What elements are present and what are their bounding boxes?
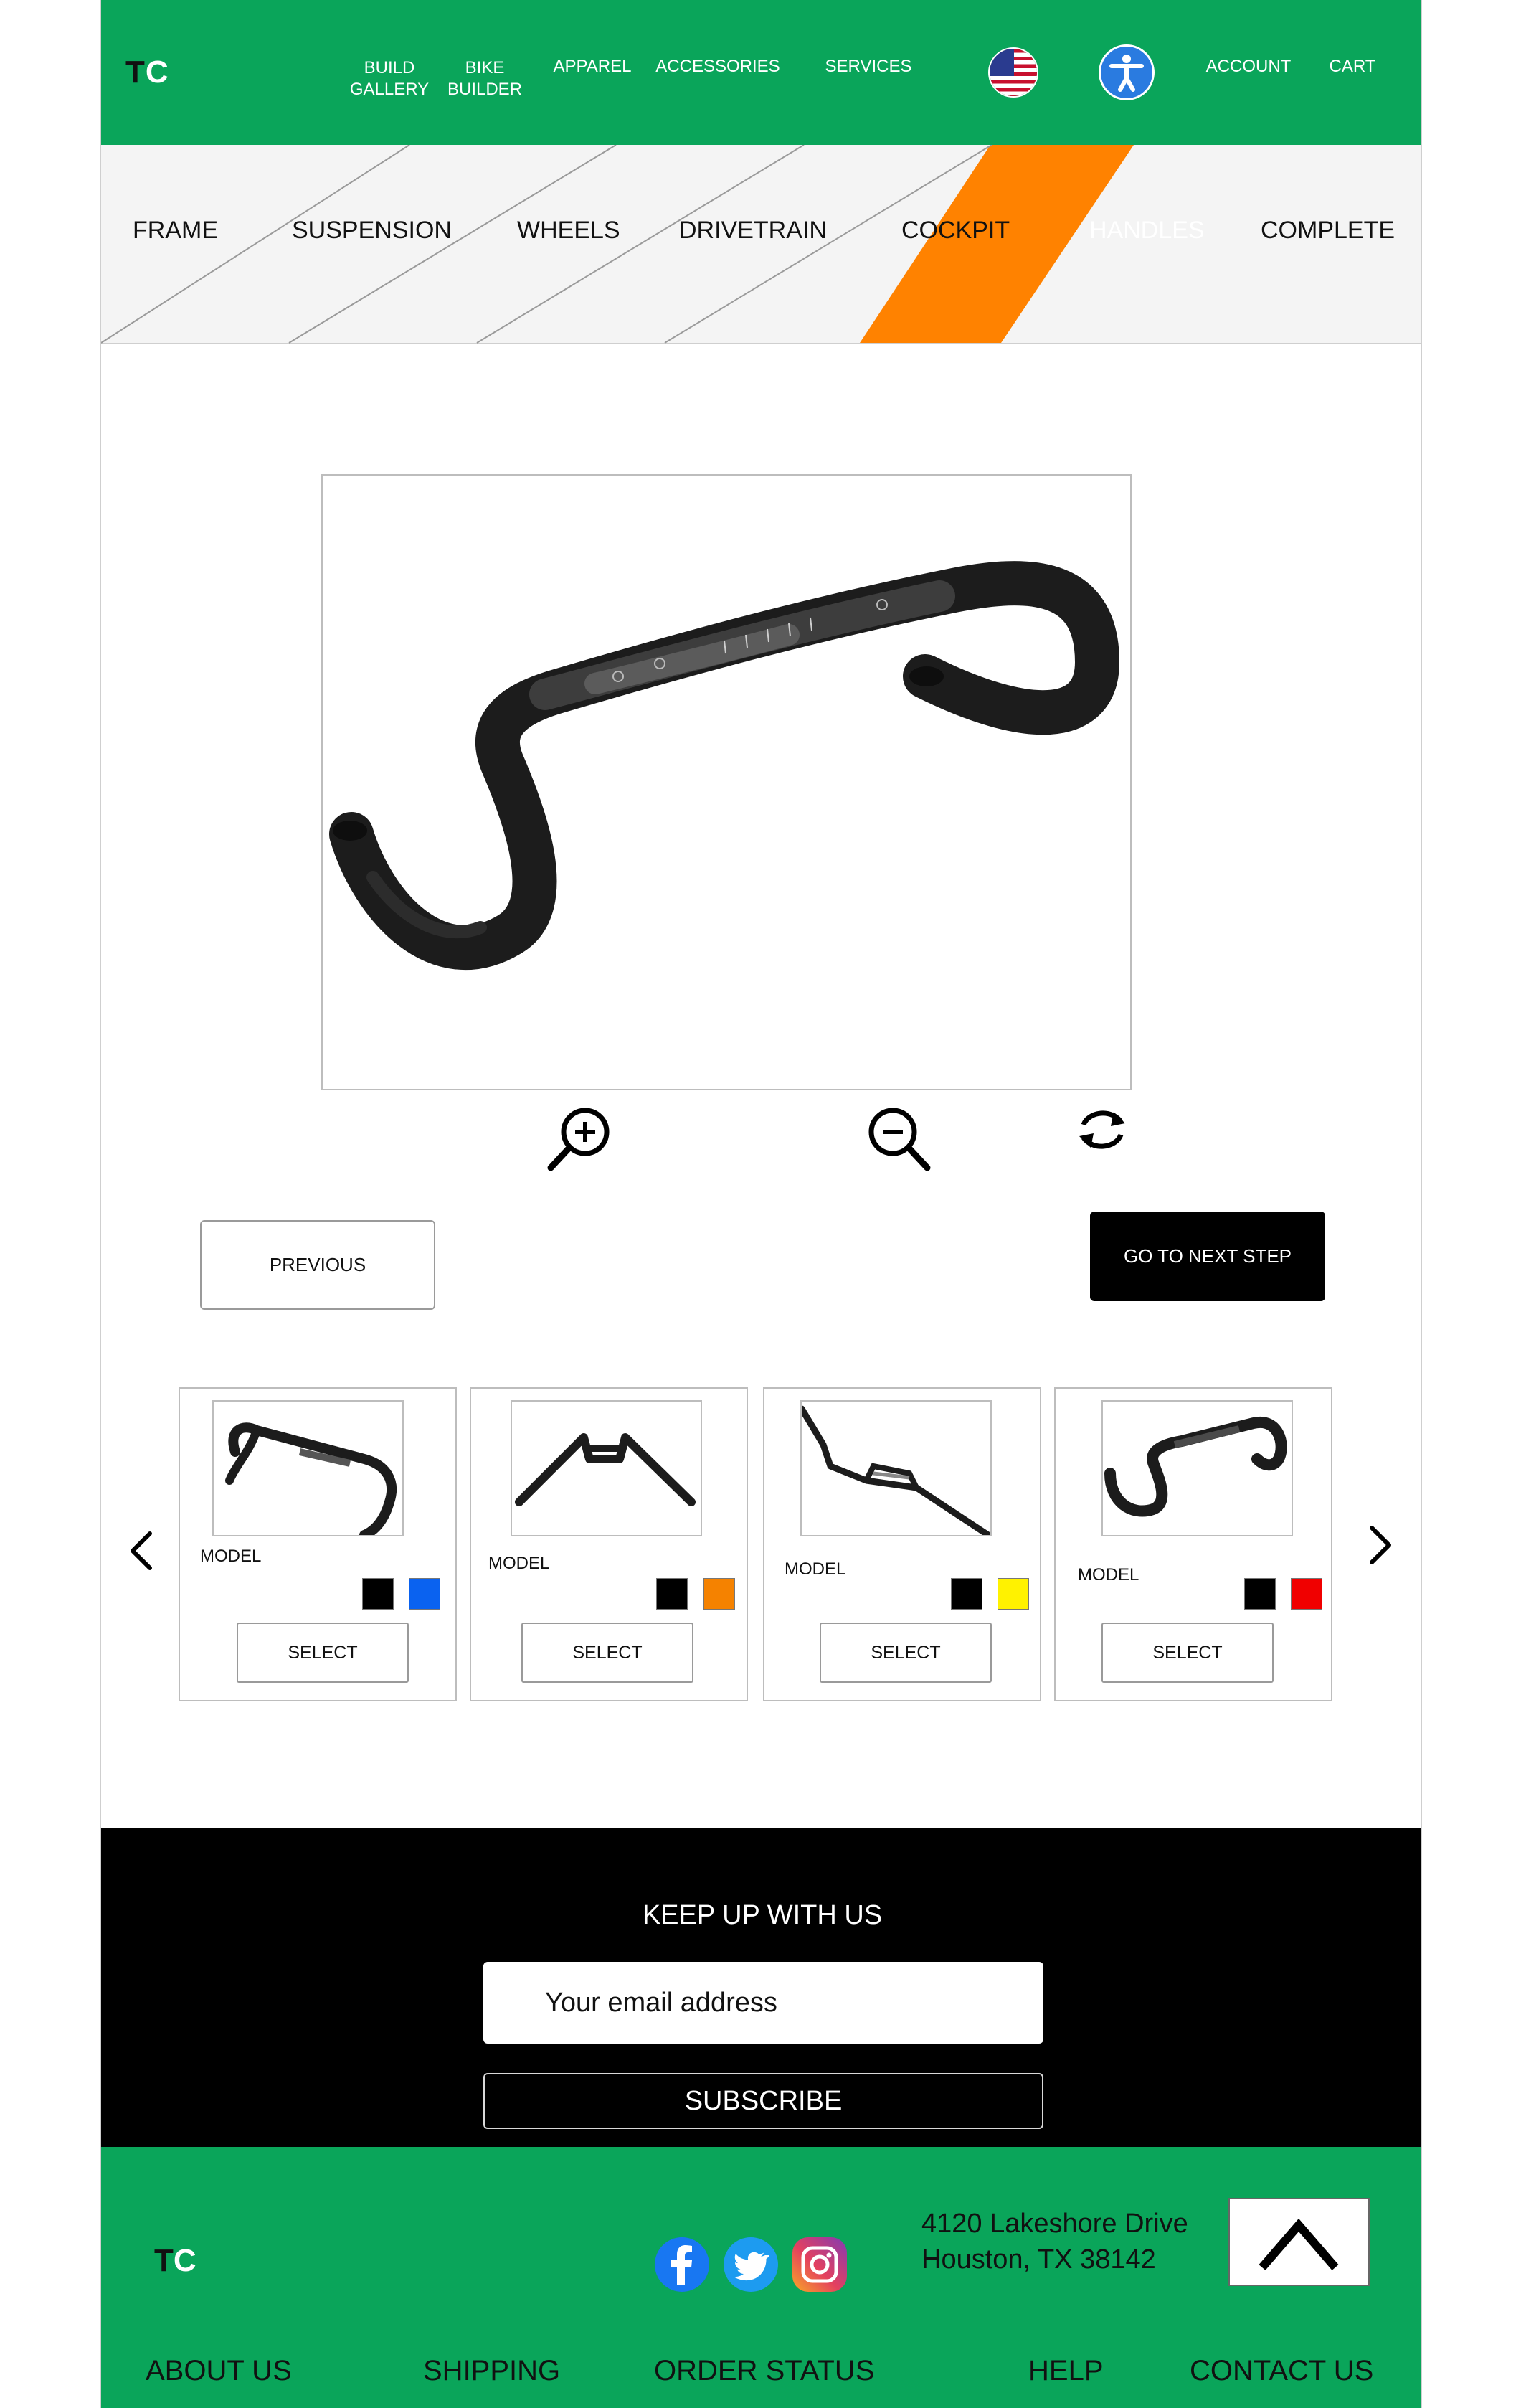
nav-services[interactable]: SERVICES <box>811 56 926 77</box>
color-swatch-black[interactable] <box>1244 1578 1276 1610</box>
brand-logo[interactable]: TC <box>125 55 169 90</box>
handlebar-image <box>329 561 1119 971</box>
footer-link-contact-us[interactable]: CONTACT US <box>1190 2355 1373 2387</box>
color-swatch-black[interactable] <box>951 1578 982 1610</box>
nav-bike-builder-line2: BUILDER <box>447 80 523 99</box>
newsletter-section: KEEP UP WITH US SUBSCRIBE <box>101 1828 1421 2147</box>
color-swatch-orange[interactable] <box>703 1578 735 1610</box>
builder-steps: FRAME SUSPENSION WHEELS DRIVETRAIN COCKP… <box>101 145 1421 344</box>
select-button[interactable]: SELECT <box>521 1623 693 1683</box>
newsletter-title: KEEP UP WITH US <box>642 1900 883 1930</box>
color-swatch-black[interactable] <box>362 1578 394 1610</box>
product-card-1: MODEL SELECT <box>179 1387 457 1701</box>
product-thumbnail[interactable] <box>800 1400 992 1536</box>
product-card-2: MODEL SELECT <box>470 1387 748 1701</box>
step-drivetrain[interactable]: DRIVETRAIN <box>679 217 827 245</box>
flag-canton <box>990 49 1014 76</box>
nav-cart[interactable]: CART <box>1320 56 1385 77</box>
carousel-prev-arrow-icon[interactable] <box>127 1529 156 1576</box>
chevron-up-icon <box>1259 2218 1339 2270</box>
zoom-out-icon[interactable] <box>866 1105 934 1177</box>
footer-link-help[interactable]: HELP <box>1028 2355 1104 2387</box>
footer-link-shipping[interactable]: SHIPPING <box>423 2355 560 2387</box>
footer-link-order-status[interactable]: ORDER STATUS <box>654 2355 874 2387</box>
us-flag-icon[interactable] <box>988 47 1038 98</box>
nav-build-gallery-line2: GALLERY <box>349 80 430 99</box>
previous-button[interactable]: PREVIOUS <box>200 1220 435 1310</box>
step-complete[interactable]: COMPLETE <box>1261 217 1395 245</box>
product-image-viewer[interactable] <box>321 474 1132 1090</box>
nav-bike-builder-line1: BIKE <box>465 58 505 77</box>
nav-build-gallery-line1: BUILD <box>364 58 415 77</box>
facebook-icon[interactable] <box>655 2237 709 2292</box>
product-card-3: MODEL SELECT <box>763 1387 1041 1701</box>
site-footer: TC 4120 Lakeshore Drive Houston, TX 3814… <box>101 2147 1421 2408</box>
select-button[interactable]: SELECT <box>820 1623 992 1683</box>
color-swatch-blue[interactable] <box>409 1578 440 1610</box>
next-step-button[interactable]: GO TO NEXT STEP <box>1090 1212 1325 1301</box>
product-thumbnail[interactable] <box>511 1400 702 1536</box>
color-swatch-black[interactable] <box>656 1578 688 1610</box>
nav-apparel[interactable]: APPAREL <box>546 56 639 77</box>
address-line-1: 4120 Lakeshore Drive <box>921 2209 1188 2239</box>
page-frame: TC BUILD GALLERY BIKE BUILDER APPAREL AC… <box>100 0 1422 2408</box>
nav-bike-builder[interactable]: BIKE BUILDER <box>438 57 531 100</box>
back-to-top-button[interactable] <box>1228 2198 1370 2286</box>
email-input[interactable] <box>483 1962 1043 2044</box>
step-handles[interactable]: HANDLES <box>1089 217 1205 245</box>
footer-logo-letter-c: C <box>173 2243 196 2278</box>
product-thumbnail[interactable] <box>1101 1400 1293 1536</box>
product-card-4: MODEL SELECT <box>1054 1387 1332 1701</box>
nav-build-gallery[interactable]: BUILD GALLERY <box>339 57 440 100</box>
accessibility-icon[interactable] <box>1099 44 1155 100</box>
top-header: TC BUILD GALLERY BIKE BUILDER APPAREL AC… <box>101 0 1421 145</box>
nav-account[interactable]: ACCOUNT <box>1198 56 1299 77</box>
color-swatch-yellow[interactable] <box>998 1578 1029 1610</box>
logo-letter-t: T <box>125 55 146 90</box>
footer-address: 4120 Lakeshore Drive Houston, TX 38142 <box>921 2206 1188 2277</box>
footer-logo-letter-t: T <box>154 2243 174 2278</box>
steps-diagonals <box>101 145 1134 344</box>
product-model-label: MODEL <box>1078 1565 1139 1585</box>
step-cockpit[interactable]: COCKPIT <box>901 217 1010 245</box>
nav-accessories[interactable]: ACCESSORIES <box>646 56 790 77</box>
footer-link-about-us[interactable]: ABOUT US <box>146 2355 292 2387</box>
product-model-label: MODEL <box>200 1547 262 1566</box>
subscribe-button[interactable]: SUBSCRIBE <box>483 2073 1043 2129</box>
logo-letter-c: C <box>145 55 169 90</box>
color-swatch-red[interactable] <box>1291 1578 1322 1610</box>
carousel-next-arrow-icon[interactable] <box>1366 1524 1395 1570</box>
product-model-label: MODEL <box>488 1554 550 1573</box>
zoom-in-icon[interactable] <box>546 1105 615 1177</box>
product-thumbnail[interactable] <box>212 1400 404 1536</box>
select-button[interactable]: SELECT <box>237 1623 409 1683</box>
step-wheels[interactable]: WHEELS <box>517 217 620 245</box>
product-model-label: MODEL <box>785 1559 846 1579</box>
step-frame[interactable]: FRAME <box>133 217 218 245</box>
select-button[interactable]: SELECT <box>1101 1623 1274 1683</box>
rotate-icon[interactable] <box>1074 1105 1131 1158</box>
address-line-2: Houston, TX 38142 <box>921 2244 1156 2275</box>
instagram-icon[interactable] <box>792 2237 847 2292</box>
step-suspension[interactable]: SUSPENSION <box>292 217 452 245</box>
footer-logo[interactable]: TC <box>154 2243 196 2279</box>
twitter-icon[interactable] <box>724 2237 778 2292</box>
